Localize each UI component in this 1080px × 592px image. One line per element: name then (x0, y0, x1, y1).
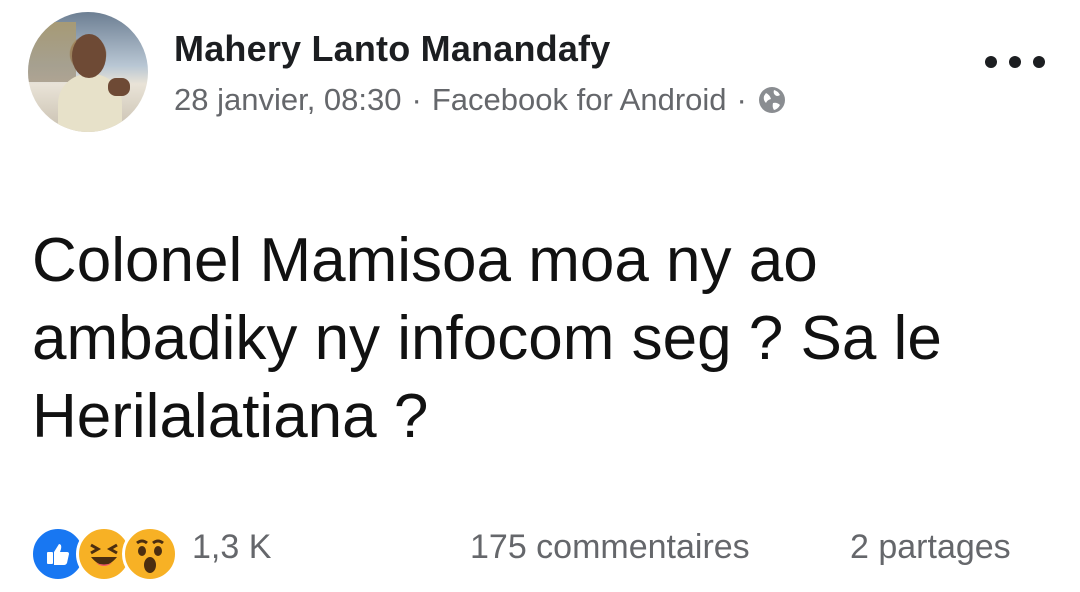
avatar-hand (108, 78, 130, 96)
avatar-face (72, 34, 106, 78)
wow-icon (122, 526, 178, 582)
dot-icon (1033, 56, 1045, 68)
dot-icon (985, 56, 997, 68)
post-date[interactable]: 28 janvier, 08:30 (174, 82, 402, 118)
author-name[interactable]: Mahery Lanto Manandafy (174, 28, 610, 70)
more-options-button[interactable] (985, 50, 1045, 74)
post-header: Mahery Lanto Manandafy 28 janvier, 08:30… (0, 0, 1080, 140)
reaction-icons[interactable] (30, 526, 178, 582)
dot-icon (1009, 56, 1021, 68)
reactions-bar: 1,3 K 175 commentaires 2 partages (0, 520, 1080, 584)
meta-separator: · (736, 82, 747, 117)
comments-count[interactable]: 175 commentaires (470, 528, 750, 567)
post-text: Colonel Mamisoa moa ny ao ambadiky ny in… (32, 226, 942, 451)
post-meta: 28 janvier, 08:30 · Facebook for Android… (174, 82, 787, 118)
post-source: Facebook for Android (431, 82, 727, 117)
shares-count[interactable]: 2 partages (850, 528, 1011, 567)
avatar-background (28, 22, 76, 82)
globe-icon[interactable] (757, 85, 787, 115)
reaction-count[interactable]: 1,3 K (192, 528, 271, 567)
avatar[interactable] (28, 12, 148, 132)
meta-separator: · (411, 82, 422, 117)
